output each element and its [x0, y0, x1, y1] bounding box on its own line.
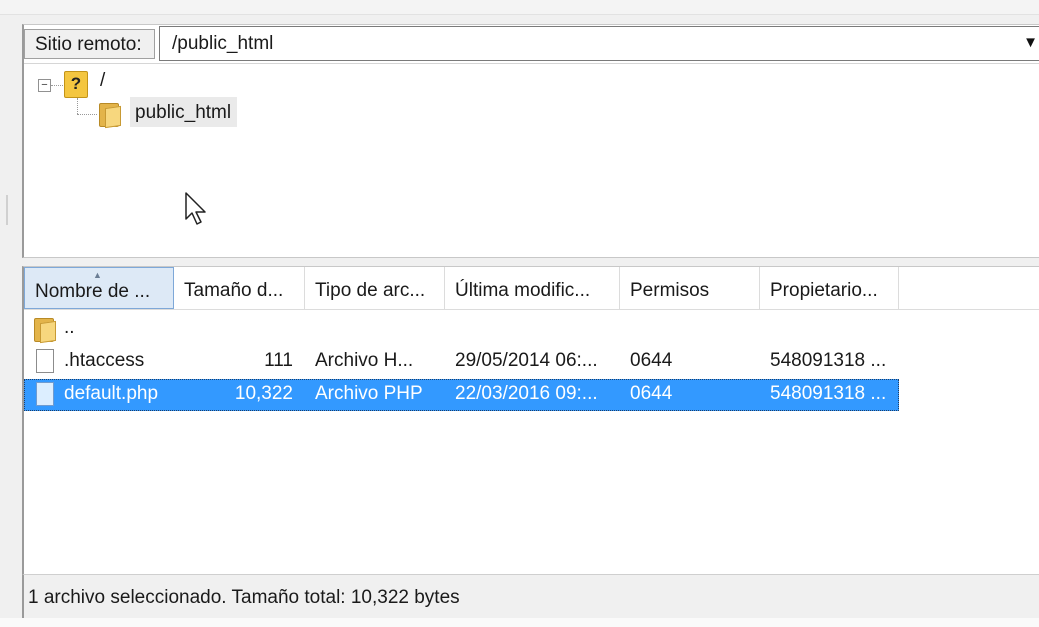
file-modified: 29/05/2014 06:... [455, 350, 598, 371]
remote-site-label: Sitio remoto: [24, 29, 155, 59]
file-row-default-php[interactable]: default.php 10,322 Archivo PHP 22/03/201… [24, 379, 899, 411]
file-permissions: 0644 [630, 383, 673, 404]
column-name[interactable]: ▲ Nombre de ... [24, 267, 174, 309]
remote-path-combobox[interactable]: /public_html ▼ [159, 26, 1039, 61]
folder-icon [34, 316, 56, 344]
file-size: 10,322 [234, 383, 293, 404]
column-modified-label: Última modific... [455, 280, 591, 301]
tree-connector [51, 85, 63, 86]
file-name: default.php [64, 383, 159, 404]
file-size: 111 [264, 350, 293, 371]
file-type: Archivo H... [315, 350, 414, 371]
column-permissions-label: Permisos [630, 280, 710, 301]
tree-connector [77, 98, 78, 114]
file-list-header: ▲ Nombre de ... Tamaño d... Tipo de arc.… [24, 267, 1039, 310]
status-bar: 1 archivo seleccionado. Tamaño total: 10… [22, 574, 1039, 618]
file-name: .htaccess [64, 350, 145, 371]
file-row-htaccess[interactable]: .htaccess 111 Archivo H... 29/05/2014 06… [24, 346, 899, 378]
sort-ascending-icon: ▲ [93, 270, 102, 280]
column-permissions[interactable]: Permisos [620, 267, 760, 309]
status-text: 1 archivo seleccionado. Tamaño total: 10… [28, 587, 460, 608]
column-modified[interactable]: Última modific... [445, 267, 620, 309]
column-size[interactable]: Tamaño d... [174, 267, 305, 309]
unknown-folder-icon: ? [64, 71, 88, 98]
column-type[interactable]: Tipo de arc... [305, 267, 445, 309]
column-owner[interactable]: Propietario... [760, 267, 899, 309]
file-modified: 22/03/2016 09:... [455, 383, 598, 404]
remote-directory-tree: − ? / public_html [24, 65, 1039, 257]
window-top-edge [0, 0, 1039, 15]
tree-connector [77, 114, 97, 115]
column-owner-label: Propietario... [770, 280, 878, 301]
remote-site-bar: Sitio remoto: /public_html ▼ [24, 25, 1039, 64]
file-row-parent[interactable]: .. [24, 313, 899, 345]
folder-icon [99, 101, 121, 129]
splitter-edge [6, 195, 8, 225]
php-file-icon [36, 382, 54, 406]
file-owner: 548091318 ... [770, 383, 887, 404]
file-icon [36, 349, 54, 373]
column-type-label: Tipo de arc... [315, 280, 426, 301]
file-type: Archivo PHP [315, 383, 423, 404]
dropdown-arrow-icon[interactable]: ▼ [1023, 34, 1038, 51]
file-owner: 548091318 ... [770, 350, 887, 371]
remote-file-list: ▲ Nombre de ... Tamaño d... Tipo de arc.… [22, 266, 1039, 619]
tree-item-public-html[interactable]: public_html [130, 97, 238, 127]
window-bottom-edge [0, 618, 1039, 627]
column-size-label: Tamaño d... [184, 280, 284, 301]
mouse-cursor-icon [185, 192, 206, 225]
file-permissions: 0644 [630, 350, 673, 371]
remote-tree-pane: Sitio remoto: /public_html ▼ − ? / publi… [22, 24, 1039, 258]
tree-root-label[interactable]: / [100, 70, 105, 92]
collapse-icon[interactable]: − [38, 79, 51, 92]
column-name-label: Nombre de ... [35, 281, 151, 302]
file-name: .. [64, 317, 75, 338]
remote-path-value: /public_html [172, 33, 274, 54]
